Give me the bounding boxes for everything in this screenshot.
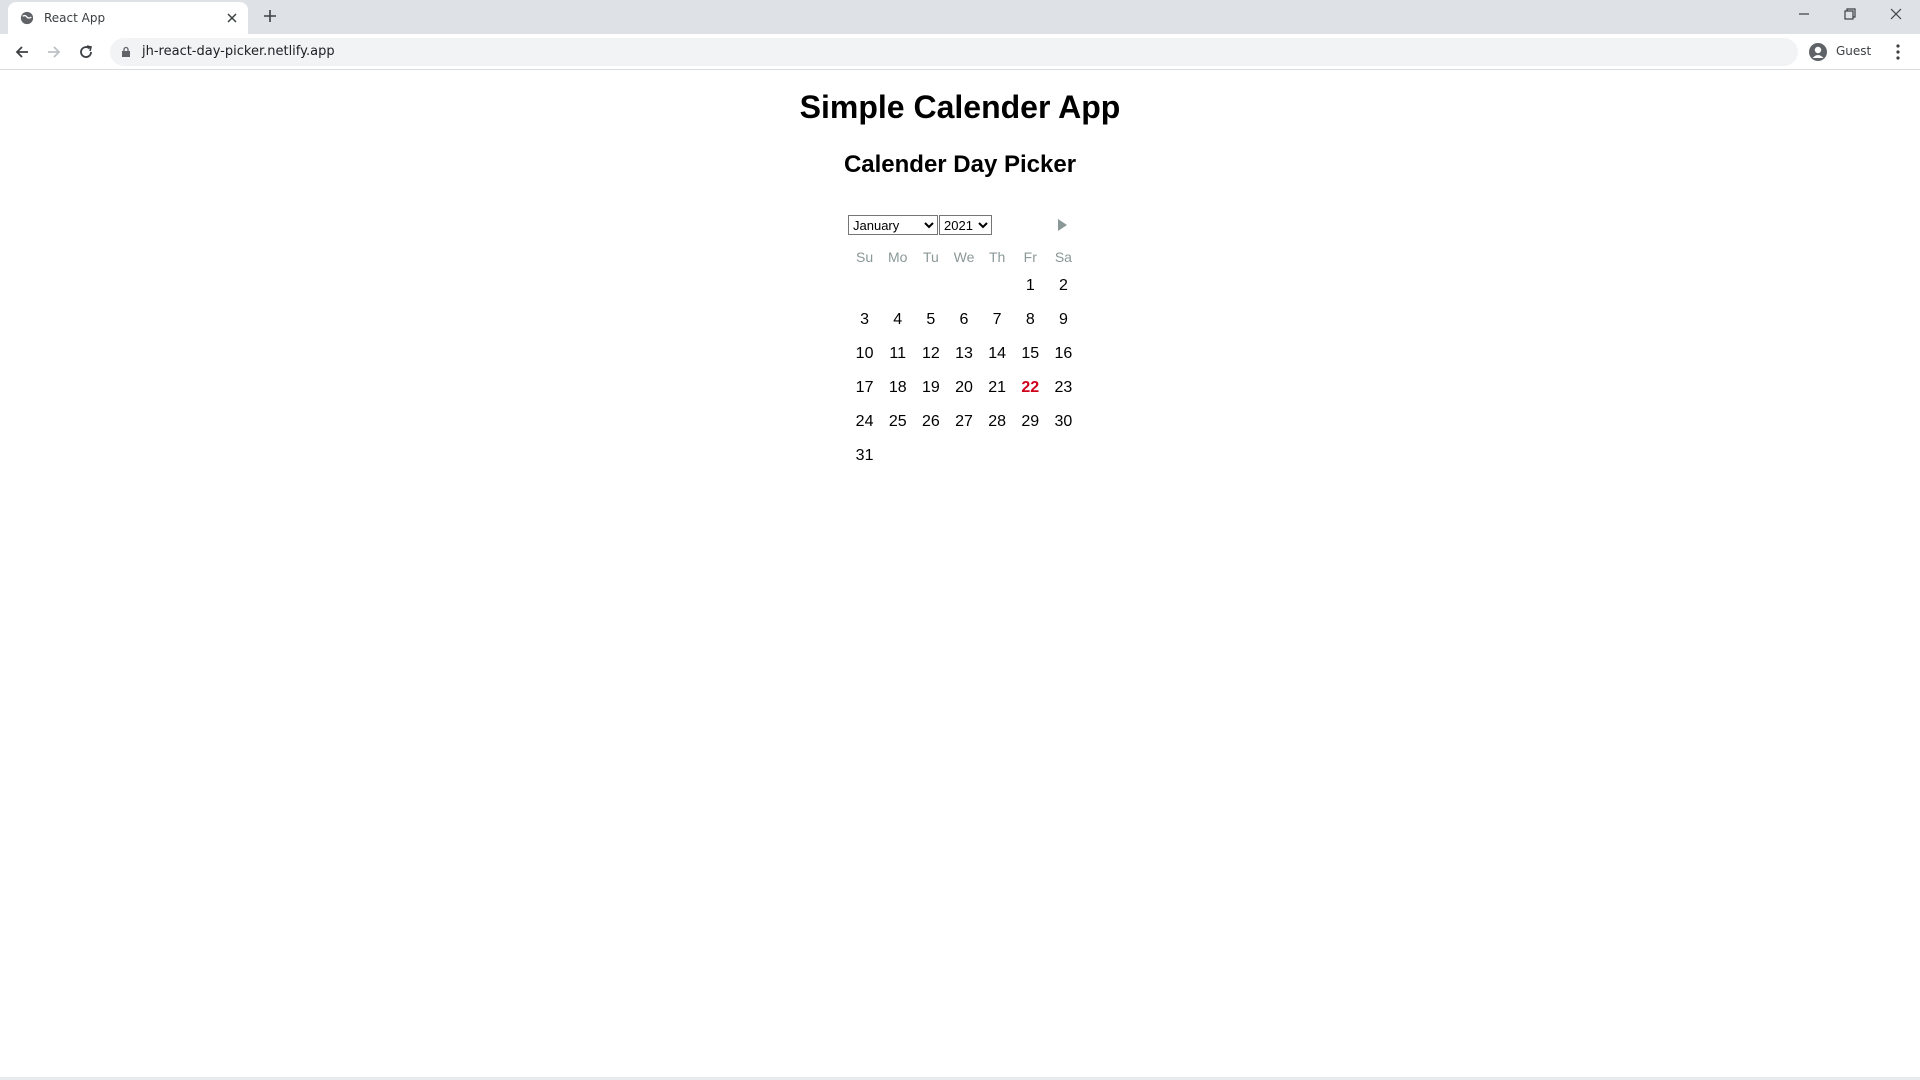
day-cell[interactable]: 17 xyxy=(848,379,881,397)
day-cell[interactable]: 12 xyxy=(914,345,947,363)
day-cell[interactable]: 1 xyxy=(1014,277,1047,295)
address-bar[interactable]: jh-react-day-picker.netlify.app xyxy=(110,38,1798,66)
back-arrow-icon[interactable] xyxy=(12,42,32,62)
weekday-label: Fr xyxy=(1023,249,1037,265)
day-cell[interactable]: 27 xyxy=(947,413,980,431)
day-cell[interactable]: 25 xyxy=(881,413,914,431)
profile-button[interactable]: Guest xyxy=(1806,38,1886,66)
lock-icon[interactable] xyxy=(120,46,132,58)
close-icon[interactable] xyxy=(224,10,240,26)
day-cell[interactable]: 31 xyxy=(848,447,881,465)
calendar-week-row: 31 xyxy=(848,439,1080,473)
avatar-icon xyxy=(1809,43,1827,61)
day-cell[interactable]: 2 xyxy=(1047,277,1080,295)
page-subtitle: Calender Day Picker xyxy=(843,151,1077,178)
minimize-icon[interactable] xyxy=(1796,6,1812,22)
day-cell[interactable]: 29 xyxy=(1014,413,1047,431)
day-picker: January 2021 Su Mo Tu We Th Fr Sa 123456… xyxy=(848,215,1080,473)
day-cell[interactable]: 3 xyxy=(848,311,881,329)
day-cell[interactable]: 8 xyxy=(1014,311,1047,329)
day-cell[interactable]: 15 xyxy=(1014,345,1047,363)
weekday-label: Mo xyxy=(887,249,908,265)
day-cell-today[interactable]: 22 xyxy=(1014,379,1047,397)
day-cell[interactable]: 19 xyxy=(914,379,947,397)
day-cell[interactable]: 13 xyxy=(947,345,980,363)
day-cell[interactable]: 20 xyxy=(947,379,980,397)
profile-label: Guest xyxy=(1836,44,1872,58)
page-title: Simple Calender App xyxy=(799,89,1121,125)
forward-arrow-icon[interactable] xyxy=(44,42,64,62)
month-caption: January 2021 xyxy=(848,215,1080,245)
reload-icon[interactable] xyxy=(76,42,96,62)
more-vertical-icon[interactable] xyxy=(1888,42,1908,62)
calendar-grid: Su Mo Tu We Th Fr Sa 1 2 3 4 5 6 7 8 9 10 11 12 13 14… xyxy=(848,245,1080,473)
month-select[interactable]: January xyxy=(848,215,938,235)
day-cell[interactable]: 16 xyxy=(1047,345,1080,363)
day-cell[interactable]: 10 xyxy=(848,345,881,363)
page-content: Simple Calender App Calender Day Picker … xyxy=(0,71,1920,1080)
url-text[interactable]: jh-react-day-picker.netlify.app xyxy=(142,44,335,59)
weekday-header: Su Mo Tu We Th Fr Sa xyxy=(848,245,1080,269)
next-month-icon[interactable] xyxy=(1054,217,1070,233)
new-tab-icon[interactable] xyxy=(262,8,278,24)
browser-toolbar: jh-react-day-picker.netlify.app Guest xyxy=(0,34,1920,70)
calendar-week-row: 3456789 xyxy=(848,303,1080,337)
year-select[interactable]: 2021 xyxy=(939,215,992,235)
day-cell[interactable]: 7 xyxy=(981,311,1014,329)
weekday-label: We xyxy=(953,249,975,265)
day-cell[interactable]: 23 xyxy=(1047,379,1080,397)
browser-tab-strip: React App xyxy=(0,0,1920,34)
day-cell[interactable]: 6 xyxy=(947,311,980,329)
day-cell[interactable]: 11 xyxy=(881,345,914,363)
day-cell[interactable]: 14 xyxy=(981,345,1014,363)
calendar-week-row: 12 xyxy=(848,269,1080,303)
day-cell[interactable]: 18 xyxy=(881,379,914,397)
day-cell[interactable]: 21 xyxy=(981,379,1014,397)
day-cell[interactable]: 26 xyxy=(914,413,947,431)
weekday-label: Th xyxy=(988,249,1006,265)
calendar-week-row: 24 25 26 27 28 29 30 xyxy=(848,405,1080,439)
day-cell[interactable]: 30 xyxy=(1047,413,1080,431)
day-cell[interactable]: 24 xyxy=(848,413,881,431)
calendar-week-row: 10 11 12 13 14 15 16 xyxy=(848,337,1080,371)
browser-tab[interactable]: React App xyxy=(8,2,248,34)
tab-title: React App xyxy=(44,11,106,25)
day-cell[interactable]: 5 xyxy=(914,311,947,329)
weekday-label: Tu xyxy=(922,249,939,265)
globe-icon xyxy=(20,11,34,25)
window-close-icon[interactable] xyxy=(1888,6,1904,22)
calendar-week-row: 17 18 19 20 21 22 23 xyxy=(848,371,1080,405)
weekday-label: Sa xyxy=(1054,249,1072,265)
day-cell[interactable]: 28 xyxy=(981,413,1014,431)
calendar-weeks: 1 2 3 4 5 6 7 8 9 10 11 12 13 14 15 16 17 18 19 20 21 22 23 24 2… xyxy=(848,269,1080,473)
restore-icon[interactable] xyxy=(1842,6,1858,22)
day-cell[interactable]: 4 xyxy=(881,311,914,329)
day-cell[interactable]: 9 xyxy=(1047,311,1080,329)
weekday-label: Su xyxy=(856,249,874,265)
